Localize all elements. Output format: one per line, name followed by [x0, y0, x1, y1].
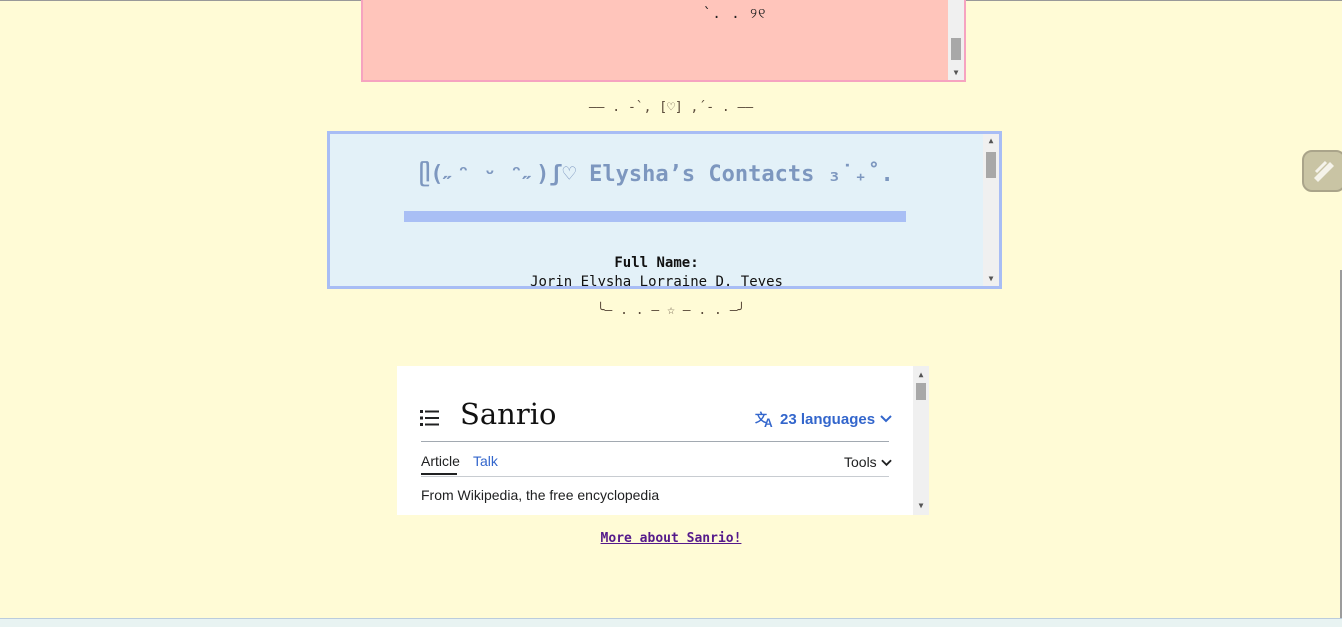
- tab-talk[interactable]: Talk: [473, 453, 498, 469]
- side-extension-widget[interactable]: [1302, 150, 1342, 192]
- list-menu-icon[interactable]: [420, 409, 440, 427]
- languages-button[interactable]: 文 A 23 languages: [755, 410, 892, 428]
- title-divider: [421, 441, 889, 442]
- chevron-down-icon: [880, 415, 892, 423]
- scrollbar-thumb[interactable]: [986, 152, 996, 178]
- contacts-heading: ᥫ(˶ᵔ ᵕ ᵔ˶)ʃ♡ Elysha’s Contacts ₃˙₊˚.: [419, 162, 894, 187]
- divider-bottom: ╰— . . — ☆ — . . —╯: [596, 303, 746, 318]
- tools-label: Tools: [844, 454, 877, 470]
- full-name-value: Jorin Elysha Lorraine D. Teyes: [530, 274, 783, 289]
- scroll-up-arrow-icon[interactable]: ▲: [913, 368, 929, 382]
- scroll-down-arrow-icon[interactable]: ▼: [948, 66, 964, 80]
- tab-article[interactable]: Article: [421, 453, 460, 469]
- divider-top: —— . -`, [♡] ,´- . ——: [588, 100, 754, 115]
- active-tab-indicator: [421, 473, 457, 475]
- scroll-up-arrow-icon[interactable]: ▲: [983, 134, 999, 148]
- pink-box-scrollbar[interactable]: ▼: [948, 0, 964, 80]
- contacts-embed-box[interactable]: ᥫ(˶ᵔ ᵕ ᵔ˶)ʃ♡ Elysha’s Contacts ₃˙₊˚. Ful…: [327, 131, 1002, 289]
- kaomoji-text: `. . ୨୧: [703, 6, 767, 22]
- pink-embed-box[interactable]: `. . ୨୧ ▼: [361, 0, 966, 82]
- translate-icon: 文 A: [755, 410, 773, 428]
- wiki-scrollbar[interactable]: ▲ ▼: [913, 366, 929, 515]
- more-about-sanrio-link[interactable]: More about Sanrio!: [0, 531, 1342, 546]
- article-title: Sanrio: [460, 397, 557, 431]
- svg-text:A: A: [764, 416, 773, 428]
- languages-label: 23 languages: [780, 410, 876, 428]
- tools-menu-button[interactable]: Tools: [844, 454, 892, 470]
- scroll-down-arrow-icon[interactable]: ▼: [913, 499, 929, 513]
- scrollbar-thumb[interactable]: [916, 383, 926, 400]
- contacts-scrollbar[interactable]: ▲ ▼: [983, 134, 999, 286]
- pencil-icon: [1314, 160, 1334, 182]
- decorative-bar: [404, 211, 906, 222]
- site-tagline: From Wikipedia, the free encyclopedia: [421, 487, 660, 503]
- scroll-down-arrow-icon[interactable]: ▼: [983, 272, 999, 286]
- scrollbar-thumb[interactable]: [951, 38, 961, 60]
- wikipedia-embed[interactable]: Sanrio 文 A 23 languages Article Talk Too…: [397, 366, 929, 515]
- chevron-down-icon: [880, 459, 892, 467]
- full-name-label: Full Name:: [614, 255, 699, 271]
- tabs-divider: [421, 476, 889, 477]
